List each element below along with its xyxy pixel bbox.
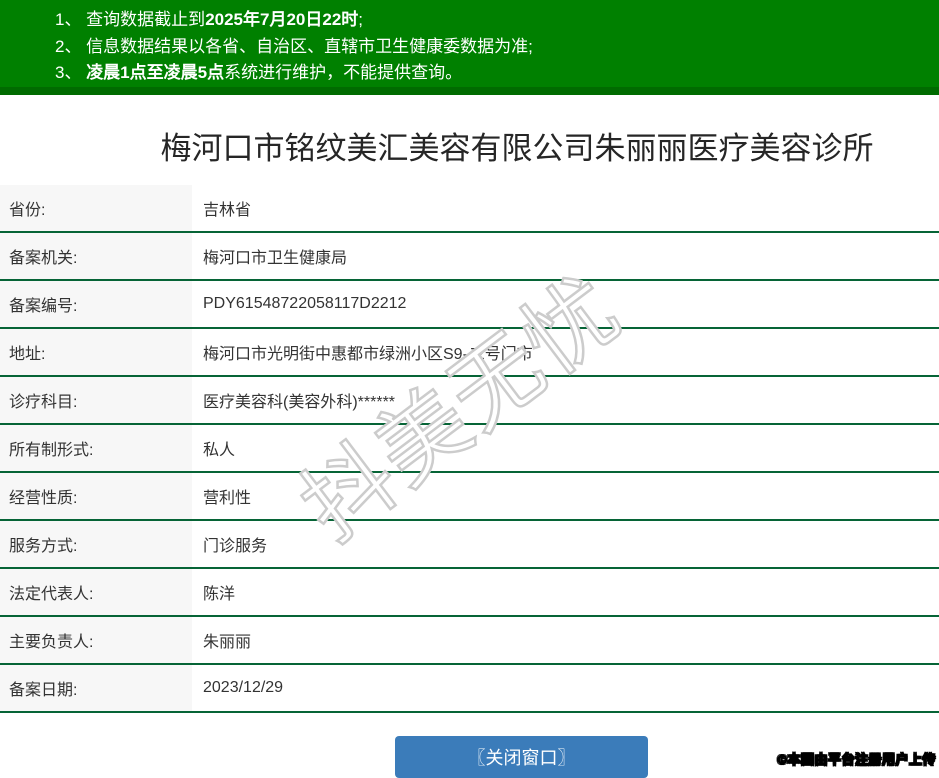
table-row-business-nature: 经营性质: 营利性 bbox=[0, 473, 939, 521]
row-value: 门诊服务 bbox=[203, 538, 268, 555]
row-value: 朱丽丽 bbox=[203, 634, 252, 651]
page-title: 梅河口市铭纹美汇美容有限公司朱丽丽医疗美容诊所 bbox=[160, 131, 874, 166]
notice-line-1: 1、 查询数据截止到2025年7月20日22时; bbox=[55, 7, 929, 34]
row-label: 地址: bbox=[0, 329, 192, 375]
table-row-registration-authority: 备案机关: 梅河口市卫生健康局 bbox=[0, 233, 939, 281]
row-value: 陈洋 bbox=[203, 586, 236, 603]
notice-3-text: 3、 bbox=[55, 63, 87, 82]
notice-3-bold-text: 凌晨1点至凌晨5点 bbox=[86, 63, 225, 82]
row-label: 备案日期: bbox=[0, 665, 192, 711]
row-label: 备案机关: bbox=[0, 233, 192, 279]
table-row-address: 地址: 梅河口市光明街中惠都市绿洲小区S9-J2号门市 bbox=[0, 329, 939, 377]
notice-line-3: 3、 凌晨1点至凌晨5点系统进行维护，不能提供查询。 bbox=[55, 60, 929, 87]
notice-1-suffix: ; bbox=[358, 10, 364, 29]
row-value: 2023/12/29 bbox=[203, 679, 284, 696]
notice-banner: 1、 查询数据截止到2025年7月20日22时; 2、 信息数据结果以各省、自治… bbox=[0, 0, 939, 95]
table-row-registration-number: 备案编号: PDY61548722058117D2212 bbox=[0, 281, 939, 329]
row-value: PDY61548722058117D2212 bbox=[203, 295, 407, 312]
table-row-main-person-in-charge: 主要负责人: 朱丽丽 bbox=[0, 617, 939, 665]
row-value: 梅河口市卫生健康局 bbox=[203, 250, 348, 267]
notice-3-suffix: 系统进行维护，不能提供查询。 bbox=[224, 63, 463, 82]
close-window-button[interactable]: 〖关闭窗口〗 bbox=[395, 736, 648, 778]
row-label: 服务方式: bbox=[0, 521, 192, 567]
row-label: 法定代表人: bbox=[0, 569, 192, 615]
row-label: 省份: bbox=[0, 185, 192, 231]
row-value: 营利性 bbox=[203, 490, 252, 507]
table-row-service-mode: 服务方式: 门诊服务 bbox=[0, 521, 939, 569]
row-value: 医疗美容科(美容外科)****** bbox=[203, 394, 396, 411]
row-label: 经营性质: bbox=[0, 473, 192, 519]
notice-1-text: 1、 查询数据截止到 bbox=[55, 10, 206, 29]
table-row-legal-representative: 法定代表人: 陈洋 bbox=[0, 569, 939, 617]
table-row-registration-date: 备案日期: 2023/12/29 bbox=[0, 665, 939, 713]
row-label: 诊疗科目: bbox=[0, 377, 192, 423]
notice-1-bold-text: 2025年7月20日22时 bbox=[205, 10, 359, 29]
notice-2-text: 2、 信息数据结果以各省、自治区、直辖市卫生健康委数据为准; bbox=[55, 36, 533, 56]
table-row-ownership-form: 所有制形式: 私人 bbox=[0, 425, 939, 473]
table-row-province: 省份: 吉林省 bbox=[0, 185, 939, 233]
row-label: 所有制形式: bbox=[0, 425, 192, 471]
notice-line-2: 2、 信息数据结果以各省、自治区、直辖市卫生健康委数据为准; bbox=[55, 34, 929, 61]
table-row-medical-subjects: 诊疗科目: 医疗美容科(美容外科)****** bbox=[0, 377, 939, 425]
attribution-text: ©本图由平台注册用户上传 bbox=[777, 752, 936, 768]
row-value: 梅河口市光明街中惠都市绿洲小区S9-J2号门市 bbox=[203, 346, 533, 363]
row-label: 主要负责人: bbox=[0, 617, 192, 663]
row-label: 备案编号: bbox=[0, 281, 192, 327]
row-value: 吉林省 bbox=[203, 202, 252, 219]
registration-info-table: 省份: 吉林省 备案机关: 梅河口市卫生健康局 备案编号: PDY6154872… bbox=[0, 185, 939, 713]
row-value: 私人 bbox=[203, 442, 236, 459]
